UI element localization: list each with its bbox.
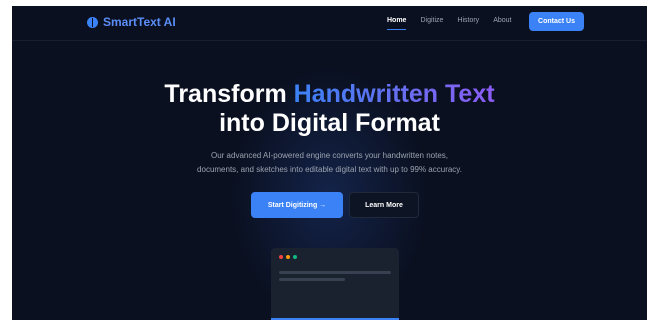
nav-link-digitize[interactable]: Digitize <box>420 17 443 24</box>
nav-link-history[interactable]: History <box>457 17 479 24</box>
maximize-dot-icon <box>293 255 297 259</box>
nav-link-about[interactable]: About <box>493 17 511 24</box>
contact-us-button[interactable]: Contact Us <box>529 12 584 31</box>
nav-link-home[interactable]: Home <box>387 17 407 30</box>
close-dot-icon <box>279 255 283 259</box>
hero-title-highlight: Handwritten Text <box>293 80 495 108</box>
nav-links: Home Digitize History About <box>387 17 525 30</box>
hero-title-prefix: Transform <box>164 80 294 108</box>
learn-more-button[interactable]: Learn More <box>349 192 419 218</box>
start-digitizing-button[interactable]: Start Digitizing → <box>251 192 343 218</box>
hero-subtitle-line-1: Our advanced AI-powered engine converts … <box>210 151 449 160</box>
app-preview-window <box>271 248 399 320</box>
hero-subtitle-line-2: documents, and sketches into editable di… <box>197 165 462 174</box>
top-navbar: SmartText AI Home Digitize History About… <box>12 6 647 41</box>
hero-title-line-2: into Digital Format <box>219 109 440 137</box>
preview-text-line <box>279 278 345 281</box>
brand-name: SmartText AI <box>103 15 176 29</box>
brain-icon <box>87 16 98 28</box>
landing-page: SmartText AI Home Digitize History About… <box>12 6 647 320</box>
minimize-dot-icon <box>286 255 290 259</box>
hero-title-line-1: Transform Handwritten Text <box>12 80 647 108</box>
brand-logo[interactable]: SmartText AI <box>87 15 176 29</box>
preview-text-line <box>279 271 391 274</box>
window-controls <box>279 255 297 259</box>
hero-subtitle: Our advanced AI-powered engine converts … <box>162 149 497 177</box>
